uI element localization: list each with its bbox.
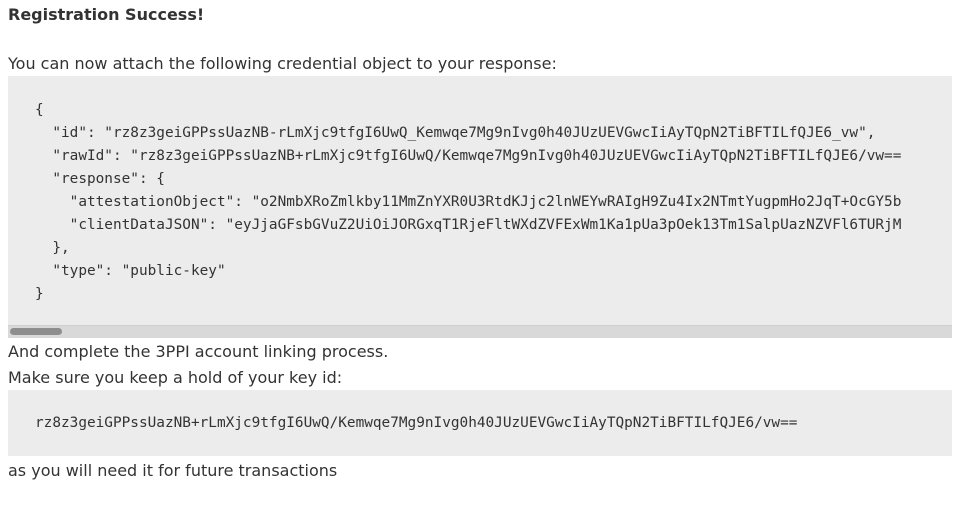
- json-response-open: "response": {: [35, 171, 165, 187]
- json-rawid-line: "rawId": "rz8z3geiGPPssUazNB+rLmXjc9tfgI…: [35, 148, 902, 164]
- keep-key-text: Make sure you keep a hold of your key id…: [8, 368, 343, 387]
- intro-text: You can now attach the following credent…: [8, 54, 557, 73]
- key-id-value: rz8z3geiGPPssUazNB+rLmXjc9tfgI6UwQ/Kemwq…: [35, 415, 798, 431]
- credential-json: { "id": "rz8z3geiGPPssUazNB-rLmXjc9tfgI6…: [35, 99, 901, 306]
- json-close-brace: }: [35, 286, 44, 302]
- json-id-line: "id": "rz8z3geiGPPssUazNB-rLmXjc9tfgI6Uw…: [35, 125, 876, 141]
- footer-text: as you will need it for future transacti…: [8, 461, 338, 480]
- scrollbar-thumb[interactable]: [10, 328, 62, 335]
- json-type-line: "type": "public-key": [35, 263, 226, 279]
- json-clientdata-line: "clientDataJSON": "eyJjaGFsbGVuZ2UiOiJOR…: [35, 217, 902, 233]
- key-id-code-block: rz8z3geiGPPssUazNB+rLmXjc9tfgI6UwQ/Kemwq…: [8, 390, 952, 456]
- json-response-close: },: [35, 240, 70, 256]
- horizontal-scrollbar[interactable]: [8, 325, 952, 338]
- json-attestation-line: "attestationObject": "o2NmbXRoZmlkby11Mm…: [35, 194, 902, 210]
- json-open-brace: {: [35, 102, 44, 118]
- credential-code-block: { "id": "rz8z3geiGPPssUazNB-rLmXjc9tfgI6…: [8, 76, 952, 338]
- page-title: Registration Success!: [8, 5, 205, 24]
- linking-text: And complete the 3PPI account linking pr…: [8, 342, 389, 361]
